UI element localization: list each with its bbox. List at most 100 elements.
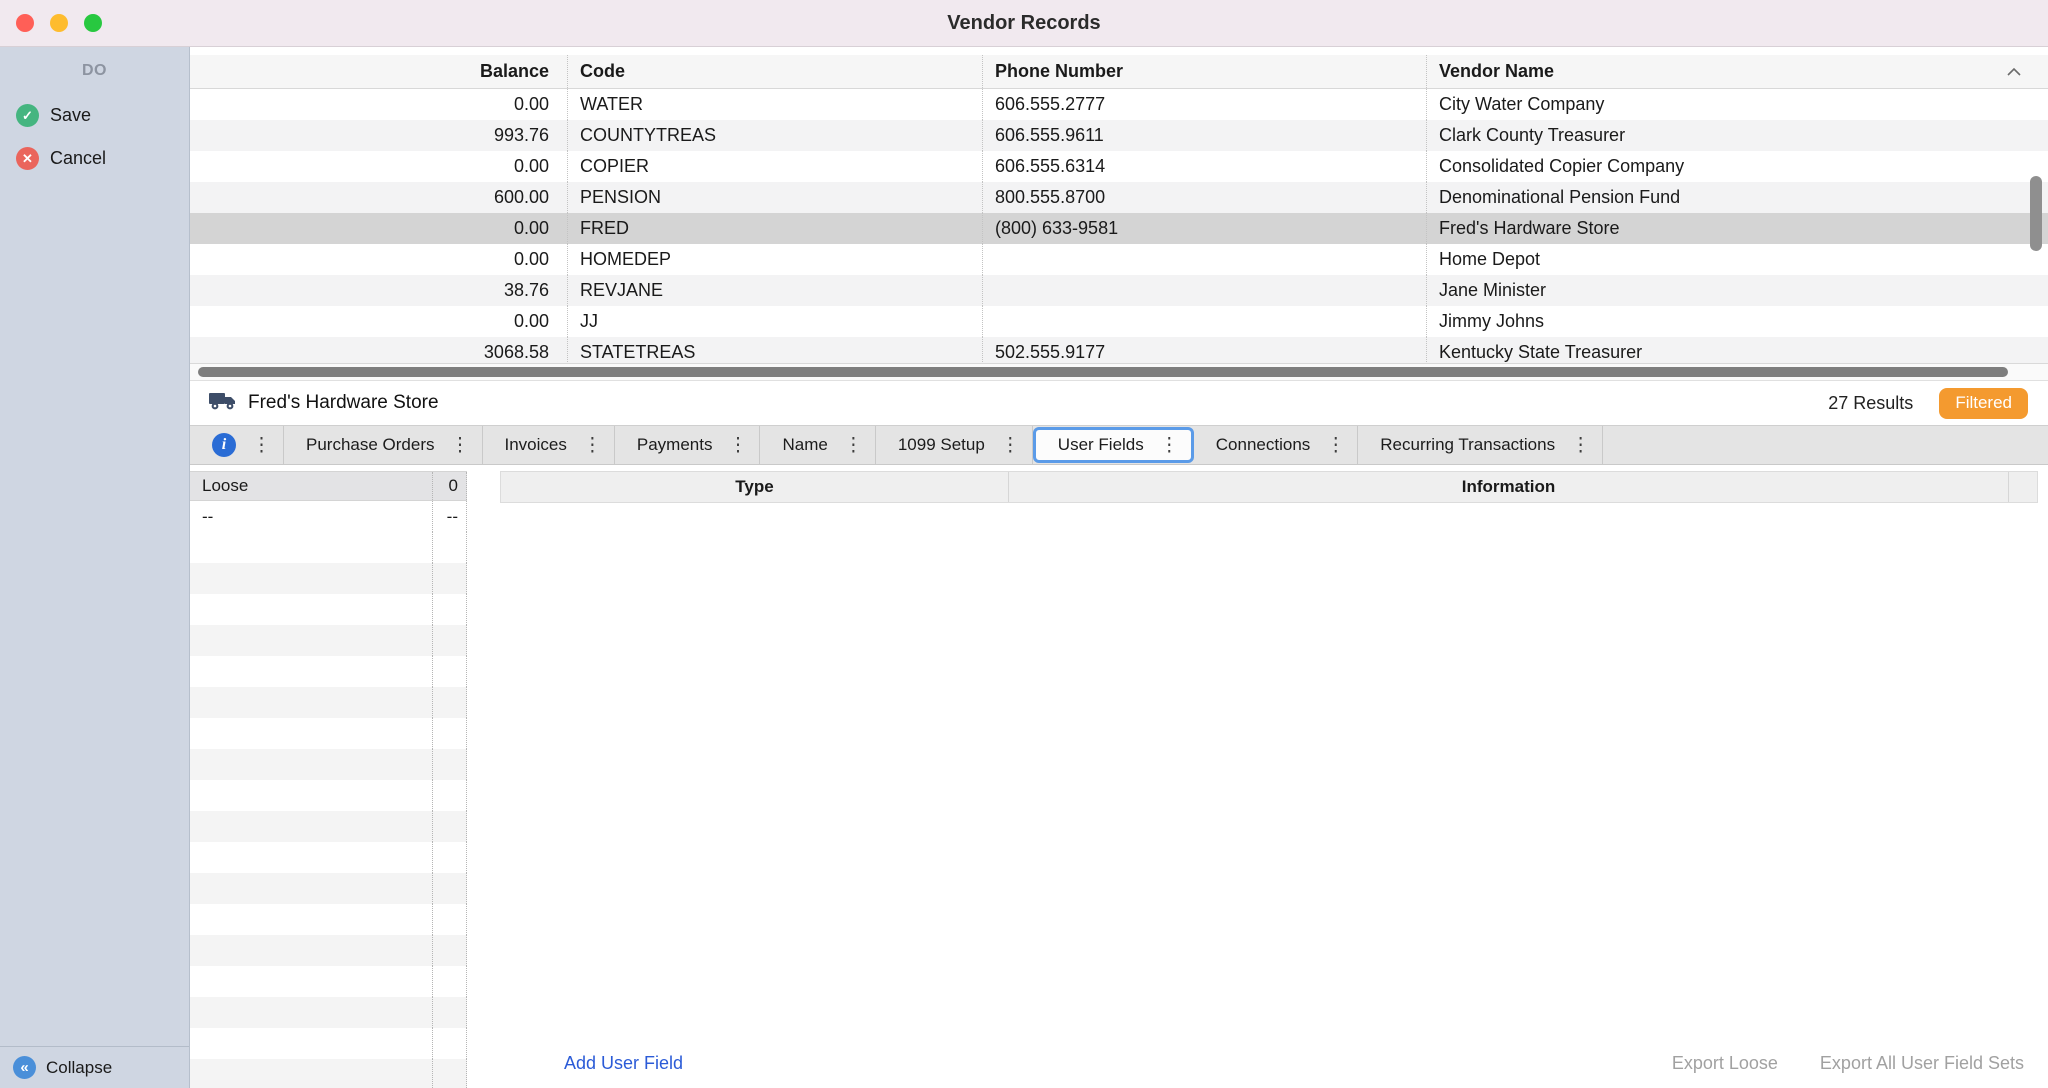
tab-menu-icon[interactable]: ⋮ bbox=[1571, 436, 1590, 455]
window-controls bbox=[16, 0, 102, 46]
loose-empty-count-cell bbox=[433, 749, 467, 780]
vendor-row[interactable]: 0.00HOMEDEPHome Depot bbox=[190, 244, 2048, 275]
column-header-type[interactable]: Type bbox=[501, 472, 1009, 502]
user-fields-footer: Add User Field Export Loose Export All U… bbox=[500, 1038, 2038, 1088]
loose-empty-row bbox=[190, 966, 467, 997]
loose-set-count: 0 bbox=[433, 472, 467, 500]
column-header-vendor-name[interactable]: Vendor Name bbox=[1427, 55, 2048, 88]
loose-empty-cell bbox=[190, 842, 433, 873]
vendor-row[interactable]: 600.00PENSION800.555.8700Denominational … bbox=[190, 182, 2048, 213]
tab-1099-setup[interactable]: 1099 Setup⋮ bbox=[876, 426, 1033, 464]
filtered-badge[interactable]: Filtered bbox=[1939, 388, 2028, 419]
column-header-balance[interactable]: Balance bbox=[190, 55, 568, 88]
vendor-balance-cell: 600.00 bbox=[190, 182, 568, 213]
loose-set-header[interactable]: Loose 0 bbox=[190, 471, 467, 501]
loose-empty-count-cell bbox=[433, 997, 467, 1028]
sidebar: DO ✓ Save ✕ Cancel « Collapse bbox=[0, 47, 190, 1088]
loose-empty-count-cell bbox=[433, 687, 467, 718]
loose-empty-count-cell bbox=[433, 780, 467, 811]
tab-menu-icon[interactable]: ⋮ bbox=[1160, 436, 1179, 455]
tab-label: Connections bbox=[1216, 435, 1311, 455]
tab-invoices[interactable]: Invoices ⋮ bbox=[483, 426, 615, 464]
double-chevron-left-icon: « bbox=[13, 1056, 36, 1079]
vendor-row[interactable]: 0.00COPIER606.555.6314Consolidated Copie… bbox=[190, 151, 2048, 182]
vendor-row[interactable]: 0.00WATER606.555.2777City Water Company bbox=[190, 89, 2048, 120]
vendor-phone-cell bbox=[983, 306, 1427, 337]
export-all-user-field-sets-link[interactable]: Export All User Field Sets bbox=[1820, 1053, 2024, 1074]
vendor-name-cell: Jane Minister bbox=[1427, 275, 2048, 306]
zoom-window-button[interactable] bbox=[84, 14, 102, 32]
vendor-code-cell: COUNTYTREAS bbox=[568, 120, 983, 151]
loose-empty-cell bbox=[190, 1059, 433, 1088]
tab-menu-icon[interactable]: ⋮ bbox=[728, 436, 747, 455]
loose-empty-cell bbox=[190, 966, 433, 997]
vendor-row[interactable]: 0.00JJJimmy Johns bbox=[190, 306, 2048, 337]
vendor-code-cell: STATETREAS bbox=[568, 337, 983, 363]
horizontal-scrollbar[interactable] bbox=[190, 363, 2048, 381]
vendor-code-cell: FRED bbox=[568, 213, 983, 244]
column-header-information[interactable]: Information bbox=[1009, 472, 2009, 502]
loose-empty-row bbox=[190, 718, 467, 749]
loose-empty-count-cell bbox=[433, 966, 467, 997]
vendor-row[interactable]: 3068.58STATETREAS502.555.9177Kentucky St… bbox=[190, 337, 2048, 363]
loose-empty-count-cell bbox=[433, 811, 467, 842]
export-loose-link[interactable]: Export Loose bbox=[1672, 1053, 1778, 1074]
vendor-balance-cell: 0.00 bbox=[190, 213, 568, 244]
save-button-label: Save bbox=[50, 105, 91, 126]
close-window-button[interactable] bbox=[16, 14, 34, 32]
vendor-row[interactable]: 38.76REVJANEJane Minister bbox=[190, 275, 2048, 306]
vendor-phone-cell: 502.555.9177 bbox=[983, 337, 1427, 363]
collapse-button[interactable]: « Collapse bbox=[0, 1046, 189, 1088]
loose-rows bbox=[190, 532, 467, 1088]
loose-empty-cell bbox=[190, 873, 433, 904]
tab-name[interactable]: Name ⋮ bbox=[760, 426, 875, 464]
vendor-balance-cell: 0.00 bbox=[190, 244, 568, 275]
loose-empty-row bbox=[190, 904, 467, 935]
loose-empty-row bbox=[190, 1028, 467, 1059]
tab-label: Invoices bbox=[505, 435, 567, 455]
minimize-window-button[interactable] bbox=[50, 14, 68, 32]
loose-placeholder-row[interactable]: -- -- bbox=[190, 501, 467, 532]
user-field-sets-panel: Loose 0 -- -- bbox=[190, 471, 467, 1088]
tab-info[interactable]: i ⋮ bbox=[190, 426, 284, 464]
tab-recurring-transactions[interactable]: Recurring Transactions⋮ bbox=[1358, 426, 1603, 464]
vendor-table: Balance Code Phone Number Vendor Name 0.… bbox=[190, 47, 2048, 363]
tab-user-fields[interactable]: User Fields⋮ bbox=[1033, 427, 1194, 463]
vendor-row[interactable]: 0.00FRED(800) 633-9581Fred's Hardware St… bbox=[190, 213, 2048, 244]
vendor-name-cell: City Water Company bbox=[1427, 89, 2048, 120]
tab-connections[interactable]: Connections ⋮ bbox=[1194, 426, 1359, 464]
loose-empty-count-cell bbox=[433, 935, 467, 966]
tab-label: Payments bbox=[637, 435, 713, 455]
vendor-phone-cell bbox=[983, 244, 1427, 275]
column-header-vendor-name-label: Vendor Name bbox=[1439, 55, 1554, 88]
tab-menu-icon[interactable]: ⋮ bbox=[583, 436, 602, 455]
column-header-phone-number[interactable]: Phone Number bbox=[983, 55, 1427, 88]
save-button[interactable]: ✓ Save bbox=[0, 94, 189, 137]
tab-bar: i ⋮ Purchase Orders⋮Invoices⋮Payments⋮Na… bbox=[190, 425, 2048, 465]
loose-empty-count-cell bbox=[433, 1028, 467, 1059]
titlebar: Vendor Records bbox=[0, 0, 2048, 47]
cancel-button[interactable]: ✕ Cancel bbox=[0, 137, 189, 180]
user-fields-panel: Type Information Add User Field Export L… bbox=[500, 471, 2038, 1088]
header-scrollbar-spacer bbox=[2009, 472, 2037, 502]
horizontal-scrollbar-thumb[interactable] bbox=[198, 367, 2008, 377]
vendor-phone-cell: 606.555.2777 bbox=[983, 89, 1427, 120]
loose-placeholder-type: -- bbox=[190, 501, 433, 532]
vertical-scrollbar-thumb[interactable] bbox=[2030, 176, 2042, 251]
loose-empty-row bbox=[190, 749, 467, 780]
tab-menu-icon[interactable]: ⋮ bbox=[844, 436, 863, 455]
loose-empty-count-cell bbox=[433, 625, 467, 656]
loose-empty-row bbox=[190, 656, 467, 687]
sidebar-section-label: DO bbox=[0, 47, 189, 94]
vendor-row[interactable]: 993.76COUNTYTREAS606.555.9611Clark Count… bbox=[190, 120, 2048, 151]
add-user-field-link[interactable]: Add User Field bbox=[564, 1053, 683, 1074]
tab-menu-icon[interactable]: ⋮ bbox=[1001, 436, 1020, 455]
tab-menu-icon[interactable]: ⋮ bbox=[1326, 436, 1345, 455]
tab-purchase-orders[interactable]: Purchase Orders⋮ bbox=[284, 426, 483, 464]
tab-menu-icon[interactable]: ⋮ bbox=[252, 436, 271, 455]
vertical-scrollbar[interactable] bbox=[2026, 55, 2046, 363]
column-header-code[interactable]: Code bbox=[568, 55, 983, 88]
tab-payments[interactable]: Payments ⋮ bbox=[615, 426, 761, 464]
tab-menu-icon[interactable]: ⋮ bbox=[451, 436, 470, 455]
tab-label: Name bbox=[782, 435, 827, 455]
